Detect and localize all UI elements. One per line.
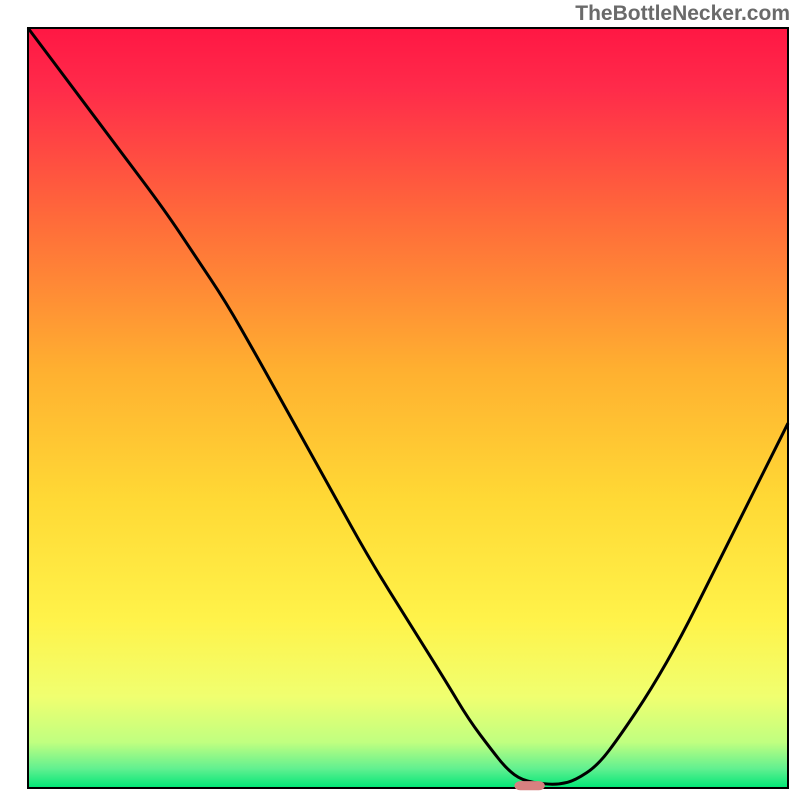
plot-background [28,28,788,788]
watermark-text: TheBottleNecker.com [575,2,790,26]
optimal-marker [514,781,544,790]
chart-svg [0,0,800,800]
bottleneck-chart: TheBottleNecker.com [0,0,800,800]
